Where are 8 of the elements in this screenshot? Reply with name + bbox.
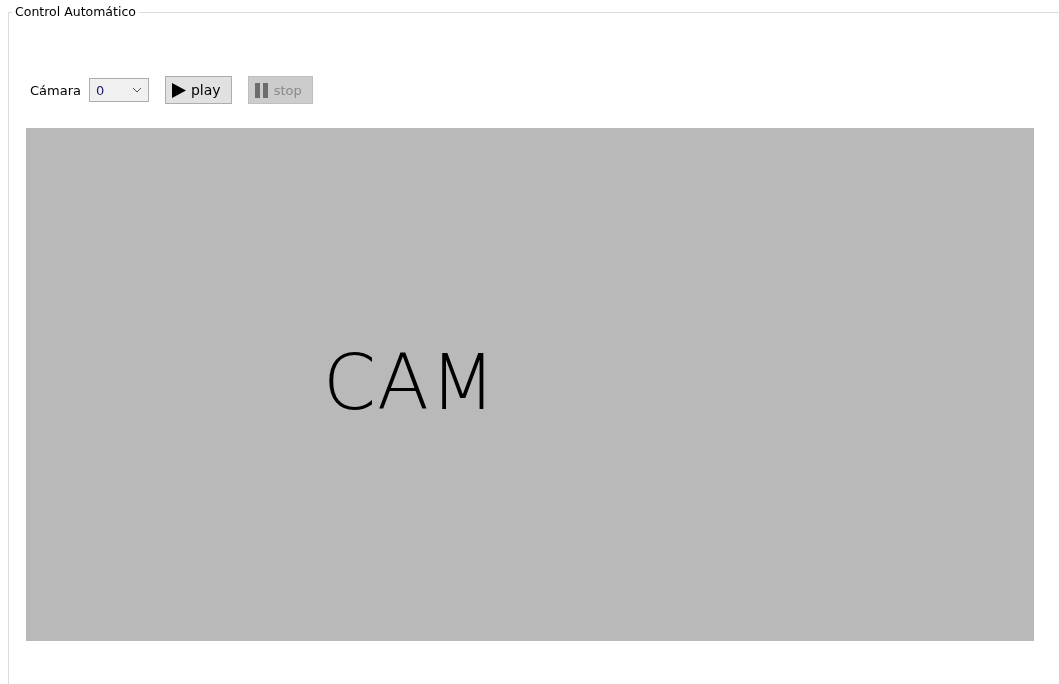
- play-icon: [172, 82, 186, 98]
- group-title: Control Automático: [12, 4, 139, 19]
- camera-select[interactable]: 0: [89, 78, 149, 102]
- chevron-icon: [132, 87, 142, 93]
- preview-text: CAM: [323, 338, 497, 427]
- play-button[interactable]: play: [165, 76, 232, 104]
- camera-label: Cámara: [30, 82, 81, 98]
- pause-icon: [254, 82, 269, 98]
